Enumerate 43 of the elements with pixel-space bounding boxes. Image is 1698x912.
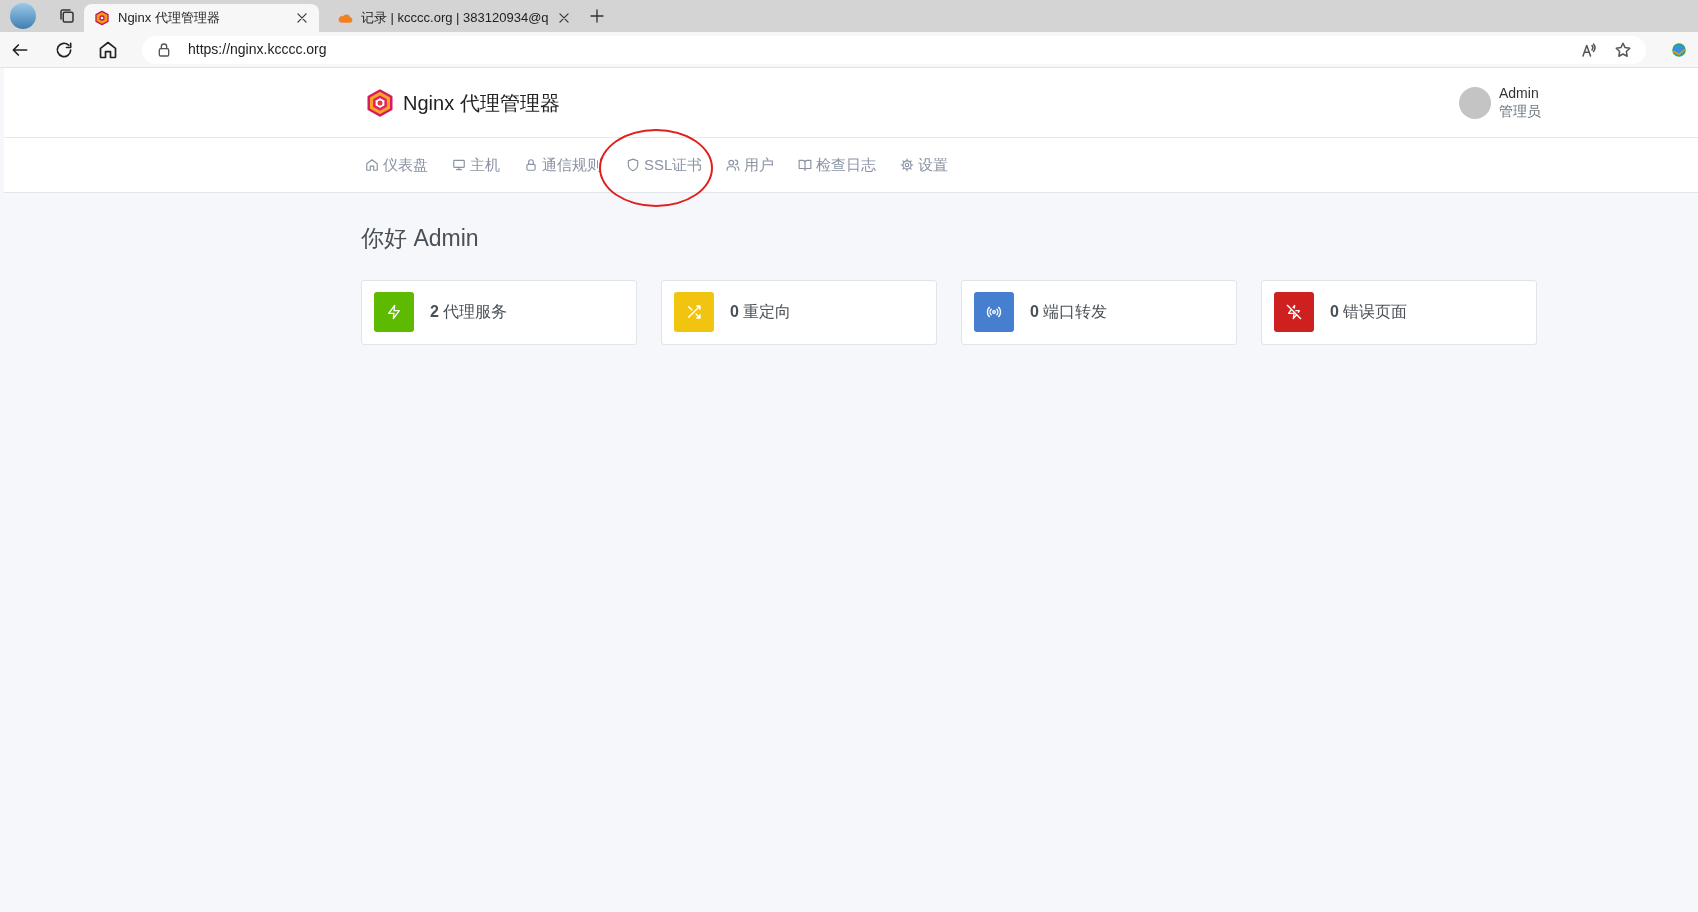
browser-tab[interactable]: 记录 | kcccc.org | 383120934@q	[327, 4, 581, 32]
close-icon[interactable]	[556, 11, 571, 25]
user-name: Admin	[1499, 85, 1540, 103]
hexagon-logo-icon	[365, 87, 395, 118]
broadcast-icon	[986, 304, 1002, 320]
shuffle-icon	[686, 304, 702, 320]
nav-link[interactable]: 主机	[440, 153, 512, 177]
nav-link[interactable]: 用户	[714, 153, 787, 177]
greeting: 你好 Admin	[361, 224, 480, 253]
tab-title: 记录 | kcccc.org | 383120934@q	[361, 9, 549, 28]
user-role: 管理员	[1499, 102, 1541, 120]
hexagon-icon	[94, 10, 110, 26]
new-tab-icon[interactable]	[588, 8, 605, 24]
lock-icon	[524, 158, 538, 172]
stat-label: 0 错误页面	[1330, 302, 1408, 322]
tab-collection-icon[interactable]	[58, 7, 76, 25]
book-icon	[798, 158, 813, 172]
extension-icon[interactable]	[1670, 40, 1688, 59]
monitor-icon	[452, 158, 466, 172]
nav-link[interactable]: 仪表盘	[365, 153, 440, 177]
crossed-lightning-icon	[1286, 304, 1302, 320]
star-icon[interactable]	[1614, 40, 1632, 59]
browser-tab[interactable]: Nginx 代理管理器	[84, 4, 319, 32]
nav-link[interactable]: 设置	[888, 153, 961, 177]
settings-icon	[900, 158, 915, 172]
address-bar[interactable]: https://nginx.kcccc.org	[142, 35, 1646, 64]
stat-label: 2 代理服务	[430, 302, 508, 322]
app-title: Nginx 代理管理器	[403, 90, 560, 116]
users-icon	[726, 158, 741, 172]
stat-label: 0 重定向	[730, 302, 792, 322]
tab-title: Nginx 代理管理器	[118, 9, 221, 28]
nav-link[interactable]: SSL证书	[614, 153, 715, 177]
reload-icon[interactable]	[54, 39, 74, 60]
profile-avatar[interactable]	[10, 3, 36, 29]
home-icon[interactable]	[98, 39, 118, 60]
nav-link[interactable]: 检查日志	[786, 153, 889, 177]
stat-label: 0 端口转发	[1030, 302, 1108, 322]
shield-icon	[626, 158, 640, 172]
close-icon[interactable]	[295, 11, 309, 25]
lightning-icon	[386, 304, 402, 320]
lock-icon	[156, 41, 172, 58]
home-icon	[365, 158, 379, 172]
read-aloud-icon[interactable]	[1580, 40, 1598, 59]
